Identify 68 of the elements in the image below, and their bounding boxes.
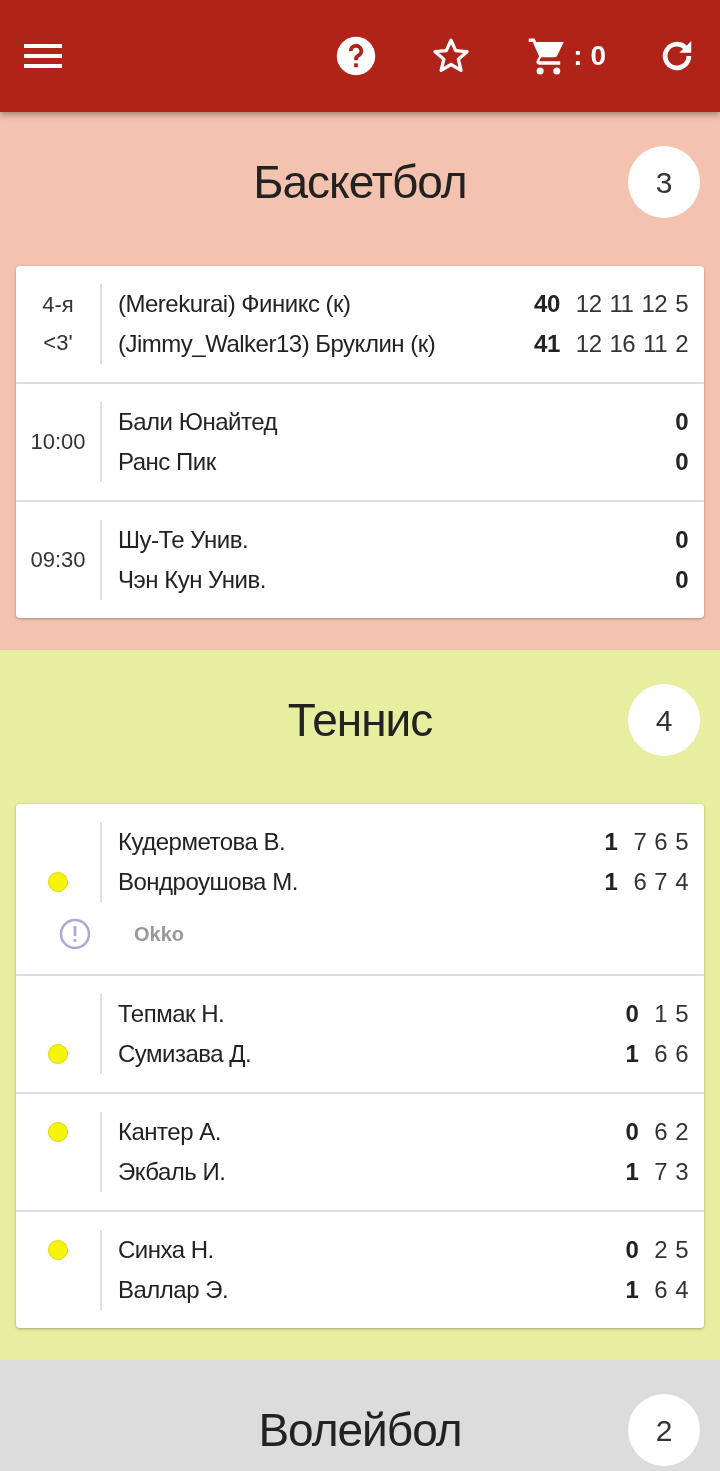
period-score: 12 — [575, 289, 602, 319]
cart-button[interactable]: : 0 — [527, 35, 606, 77]
help-icon[interactable] — [335, 35, 378, 77]
period-score: 2 — [675, 329, 688, 359]
match-status: <3' — [43, 329, 73, 357]
team-name: Синха Н. — [118, 1235, 215, 1265]
team-name: Вондроушова М. — [118, 867, 299, 897]
match-status: 4-я — [42, 291, 74, 319]
period-score: 5 — [675, 827, 688, 857]
team-score: 0 — [675, 407, 688, 437]
team-name: (Merekurai) Финикс (к) — [118, 289, 352, 319]
team-score: 1 — [604, 867, 618, 897]
team-score: 0 — [625, 1117, 639, 1147]
period-score: 6 — [675, 1039, 688, 1069]
period-score: 12 — [641, 289, 668, 319]
team-name: Чэн Кун Унив. — [118, 565, 267, 595]
period-score: 7 — [654, 1157, 668, 1187]
period-score: 6 — [654, 1275, 668, 1305]
team-score: 41 — [534, 329, 560, 359]
section-title: Баскетбол — [253, 154, 467, 210]
team-score: 0 — [675, 525, 688, 555]
period-score: 6 — [633, 867, 647, 897]
period-score: 11 — [643, 329, 668, 359]
team-name: Экбаль И. — [118, 1157, 227, 1187]
team-score: 1 — [625, 1157, 639, 1187]
team-name: Кудерметова В. — [118, 827, 287, 857]
team-score: 0 — [625, 999, 639, 1029]
period-score: 1 — [654, 999, 668, 1029]
section-title: Волейбол — [258, 1402, 462, 1458]
period-score: 2 — [675, 1117, 688, 1147]
match-status: 09:30 — [30, 546, 86, 574]
team-name: Валлар Э. — [118, 1275, 230, 1305]
team-name: (Jimmy_Walker13) Бруклин (к) — [118, 329, 437, 359]
period-score: 7 — [633, 827, 647, 857]
team-score: 40 — [534, 289, 560, 319]
menu-icon[interactable] — [24, 42, 62, 70]
period-score: 4 — [675, 867, 688, 897]
team-name: Тепмак Н. — [118, 999, 226, 1029]
team-name: Шу-Те Унив. — [118, 525, 250, 555]
period-score: 6 — [654, 827, 668, 857]
period-score: 5 — [675, 1235, 688, 1265]
team-score: 0 — [675, 565, 688, 595]
broadcaster-label: Okko — [134, 922, 185, 947]
period-score: 6 — [654, 1039, 668, 1069]
match-status: 10:00 — [30, 428, 86, 456]
period-score: 7 — [654, 867, 668, 897]
team-score: 1 — [604, 827, 618, 857]
match-count: 2 — [628, 1394, 700, 1466]
team-name: Бали Юнайтед — [118, 407, 278, 437]
period-score: 11 — [609, 289, 634, 319]
period-score: 12 — [575, 329, 602, 359]
team-name: Кантер А. — [118, 1117, 222, 1147]
section-title: Теннис — [287, 692, 433, 748]
period-score: 2 — [654, 1235, 668, 1265]
period-score: 5 — [675, 999, 688, 1029]
team-name: Ранс Пик — [118, 447, 217, 477]
team-score: 1 — [625, 1275, 639, 1305]
period-score: 16 — [609, 329, 636, 359]
period-score: 6 — [654, 1117, 668, 1147]
period-score: 5 — [675, 289, 688, 319]
team-score: 0 — [675, 447, 688, 477]
team-name: Сумизава Д. — [118, 1039, 253, 1069]
match-count: 3 — [628, 146, 700, 218]
period-score: 4 — [675, 1275, 688, 1305]
team-score: 1 — [625, 1039, 639, 1069]
team-score: 0 — [625, 1235, 639, 1265]
period-score: 3 — [675, 1157, 688, 1187]
match-count: 4 — [628, 684, 700, 756]
